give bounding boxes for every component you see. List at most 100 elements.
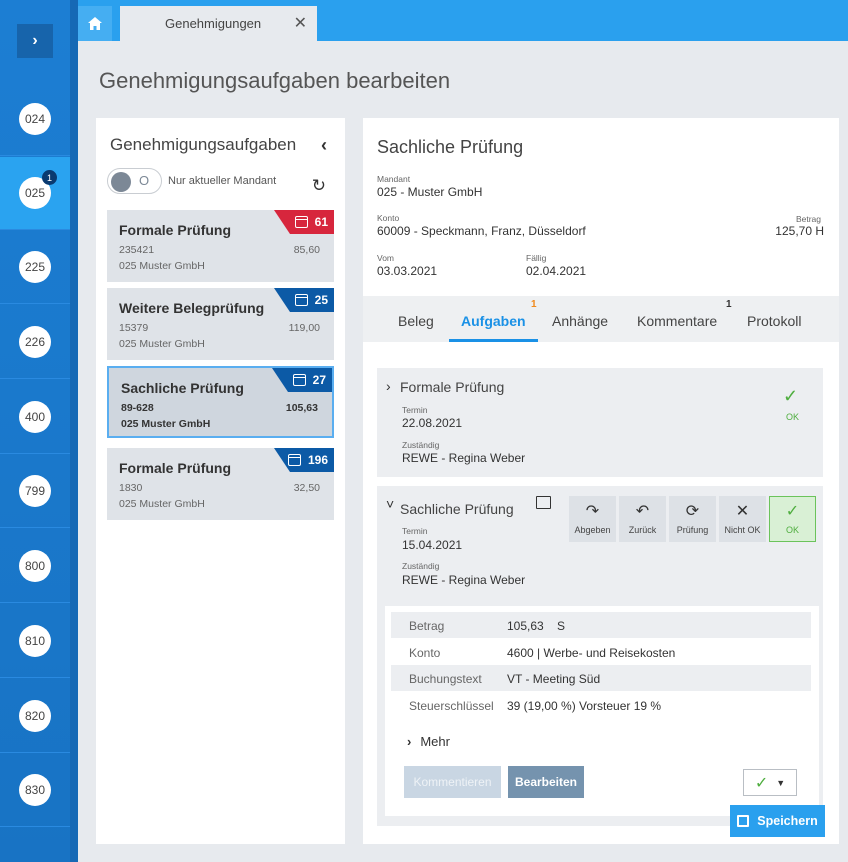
floppy-icon bbox=[737, 815, 750, 827]
detail-row: Steuerschlüssel 39 (19,00 %) Vorsteuer 1… bbox=[391, 692, 811, 718]
zurueck-button[interactable]: ↶ Zurück bbox=[619, 496, 666, 542]
task-amount: 32,50 bbox=[293, 482, 320, 494]
termin-label: Termin bbox=[402, 405, 428, 415]
vom-value: 03.03.2021 bbox=[377, 264, 438, 278]
toggle-knob bbox=[111, 172, 131, 192]
client-circle: 225 bbox=[19, 251, 51, 283]
rail-item-810[interactable]: 810 bbox=[0, 605, 70, 678]
client-number: 025 bbox=[24, 186, 46, 200]
tab-genehmigungen[interactable]: Genehmigungen ✕ bbox=[120, 6, 317, 41]
detail-key: Buchungstext bbox=[409, 672, 482, 686]
calendar-icon bbox=[287, 454, 301, 466]
action-label: Nicht OK bbox=[724, 525, 761, 535]
rail-item-025[interactable]: 025 1 bbox=[0, 157, 70, 230]
step-title: Sachliche Prüfung bbox=[400, 501, 514, 517]
detail-row: Buchungstext VT - Meeting Süd bbox=[391, 665, 811, 691]
toggle-state: O bbox=[139, 173, 150, 188]
page-title: Genehmigungsaufgaben bearbeiten bbox=[99, 68, 451, 93]
home-button[interactable] bbox=[78, 6, 112, 41]
refresh-icon[interactable]: ↻ bbox=[312, 176, 326, 196]
check-icon: ✓ bbox=[785, 503, 800, 520]
rail-item-024[interactable]: 024 bbox=[0, 83, 70, 156]
current-client-toggle[interactable]: O bbox=[107, 168, 162, 194]
tab-aufgaben-badge: 1 bbox=[531, 299, 537, 310]
mandant-label: Mandant bbox=[377, 174, 411, 184]
status-select[interactable]: ✓ ▼ bbox=[743, 769, 797, 796]
client-circle: 830 bbox=[19, 774, 51, 806]
calendar-icon bbox=[294, 294, 308, 306]
comment-icon[interactable] bbox=[536, 496, 551, 509]
undo-icon: ↶ bbox=[635, 503, 650, 520]
chevron-right-icon[interactable]: › bbox=[386, 378, 391, 394]
detail-row: Betrag 105,63 S bbox=[391, 612, 811, 638]
kommentieren-button[interactable]: Kommentieren bbox=[404, 766, 501, 798]
approval-step-formale[interactable]: › Formale Prüfung Termin 22.08.2021 Zust… bbox=[377, 368, 823, 477]
task-card-selected[interactable]: 27 Sachliche Prüfung 89-628 105,63 025 M… bbox=[107, 366, 334, 438]
task-list-panel: Genehmigungsaufgaben ‹ O Nur aktueller M… bbox=[96, 118, 345, 844]
bearbeiten-button[interactable]: Bearbeiten bbox=[508, 766, 584, 798]
rail-item-830[interactable]: 830 bbox=[0, 754, 70, 827]
due-days: 196 bbox=[307, 453, 328, 467]
task-card[interactable]: 61 Formale Prüfung 235421 85,60 025 Must… bbox=[107, 210, 334, 282]
termin-label: Termin bbox=[402, 526, 428, 536]
pruefung-button[interactable]: ⟳ Prüfung bbox=[669, 496, 716, 542]
client-circle: 024 bbox=[19, 103, 51, 135]
more-toggle[interactable]: › Mehr bbox=[407, 734, 450, 749]
rail-item-820[interactable]: 820 bbox=[0, 680, 70, 753]
step-actions: ↷ Abgeben ↶ Zurück ⟳ Prüfung ✕ Nicht OK ✓ OK bbox=[569, 496, 819, 544]
close-icon: ✕ bbox=[735, 503, 750, 520]
tab-beleg[interactable]: Beleg bbox=[398, 313, 434, 329]
chevron-right-icon: › bbox=[32, 32, 38, 49]
check-icon: ✓ bbox=[754, 774, 769, 792]
close-icon[interactable]: ✕ bbox=[294, 13, 307, 33]
calendar-icon bbox=[294, 216, 308, 228]
rail-item-225[interactable]: 225 bbox=[0, 231, 70, 304]
toggle-label: Nur aktueller Mandant bbox=[168, 175, 277, 187]
task-title: Sachliche Prüfung bbox=[121, 380, 244, 396]
panel-title: Genehmigungsaufgaben bbox=[110, 135, 297, 154]
termin-value: 22.08.2021 bbox=[402, 416, 463, 430]
ok-button[interactable]: ✓ OK bbox=[769, 496, 816, 542]
action-label: OK bbox=[785, 525, 799, 535]
task-company: 025 Muster GmbH bbox=[119, 260, 205, 272]
save-button[interactable]: Speichern bbox=[730, 805, 825, 837]
task-company: 025 Muster GmbH bbox=[119, 338, 205, 350]
document-id: 235421 bbox=[119, 244, 155, 256]
client-circle: 810 bbox=[19, 625, 51, 657]
tab-kommentare-badge: 1 bbox=[726, 299, 732, 310]
chevron-down-icon[interactable]: ˅ bbox=[386, 496, 394, 512]
expand-rail-button[interactable]: › bbox=[17, 24, 53, 58]
abgeben-button[interactable]: ↷ Abgeben bbox=[569, 496, 616, 542]
redo-icon: ↷ bbox=[585, 503, 600, 520]
rail-item-400[interactable]: 400 bbox=[0, 381, 70, 454]
rail-item-226[interactable]: 226 bbox=[0, 306, 70, 379]
tab-anhaenge[interactable]: Anhänge bbox=[552, 313, 608, 329]
detail-value: 4600 | Werbe- und Reisekosten bbox=[507, 646, 676, 660]
tab-protokoll[interactable]: Protokoll bbox=[747, 313, 801, 329]
konto-label: Konto bbox=[377, 213, 400, 223]
sync-icon: ⟳ bbox=[685, 503, 700, 520]
zustaendig-value: REWE - Regina Weber bbox=[402, 451, 526, 465]
task-card[interactable]: 25 Weitere Belegprüfung 15379 119,00 025… bbox=[107, 288, 334, 360]
task-amount: 119,00 bbox=[288, 322, 320, 334]
rail-item-799[interactable]: 799 bbox=[0, 455, 70, 528]
tab-aufgaben[interactable]: Aufgaben bbox=[461, 313, 526, 329]
client-circle: 226 bbox=[19, 326, 51, 358]
konto-value: 60009 - Speckmann, Franz, Düsseldorf bbox=[377, 224, 586, 238]
client-circle: 400 bbox=[19, 401, 51, 433]
nicht-ok-button[interactable]: ✕ Nicht OK bbox=[719, 496, 766, 542]
tab-kommentare[interactable]: Kommentare bbox=[637, 313, 717, 329]
action-label: Prüfung bbox=[676, 525, 709, 535]
betrag-value: 125,70 H bbox=[775, 224, 824, 238]
calendar-icon bbox=[292, 374, 306, 386]
collapse-panel-icon[interactable]: ‹ bbox=[321, 135, 327, 156]
task-card[interactable]: 196 Formale Prüfung 1830 32,50 025 Muste… bbox=[107, 448, 334, 520]
caret-down-icon: ▼ bbox=[776, 777, 786, 788]
step-status: OK bbox=[786, 412, 800, 422]
rail-item-800[interactable]: 800 bbox=[0, 530, 70, 603]
detail-value: 105,63 S bbox=[507, 619, 566, 633]
task-amount: 85,60 bbox=[293, 244, 320, 256]
task-amount: 105,63 bbox=[285, 402, 318, 414]
due-flag: 27 bbox=[272, 368, 332, 392]
chevron-right-icon: › bbox=[407, 734, 412, 749]
